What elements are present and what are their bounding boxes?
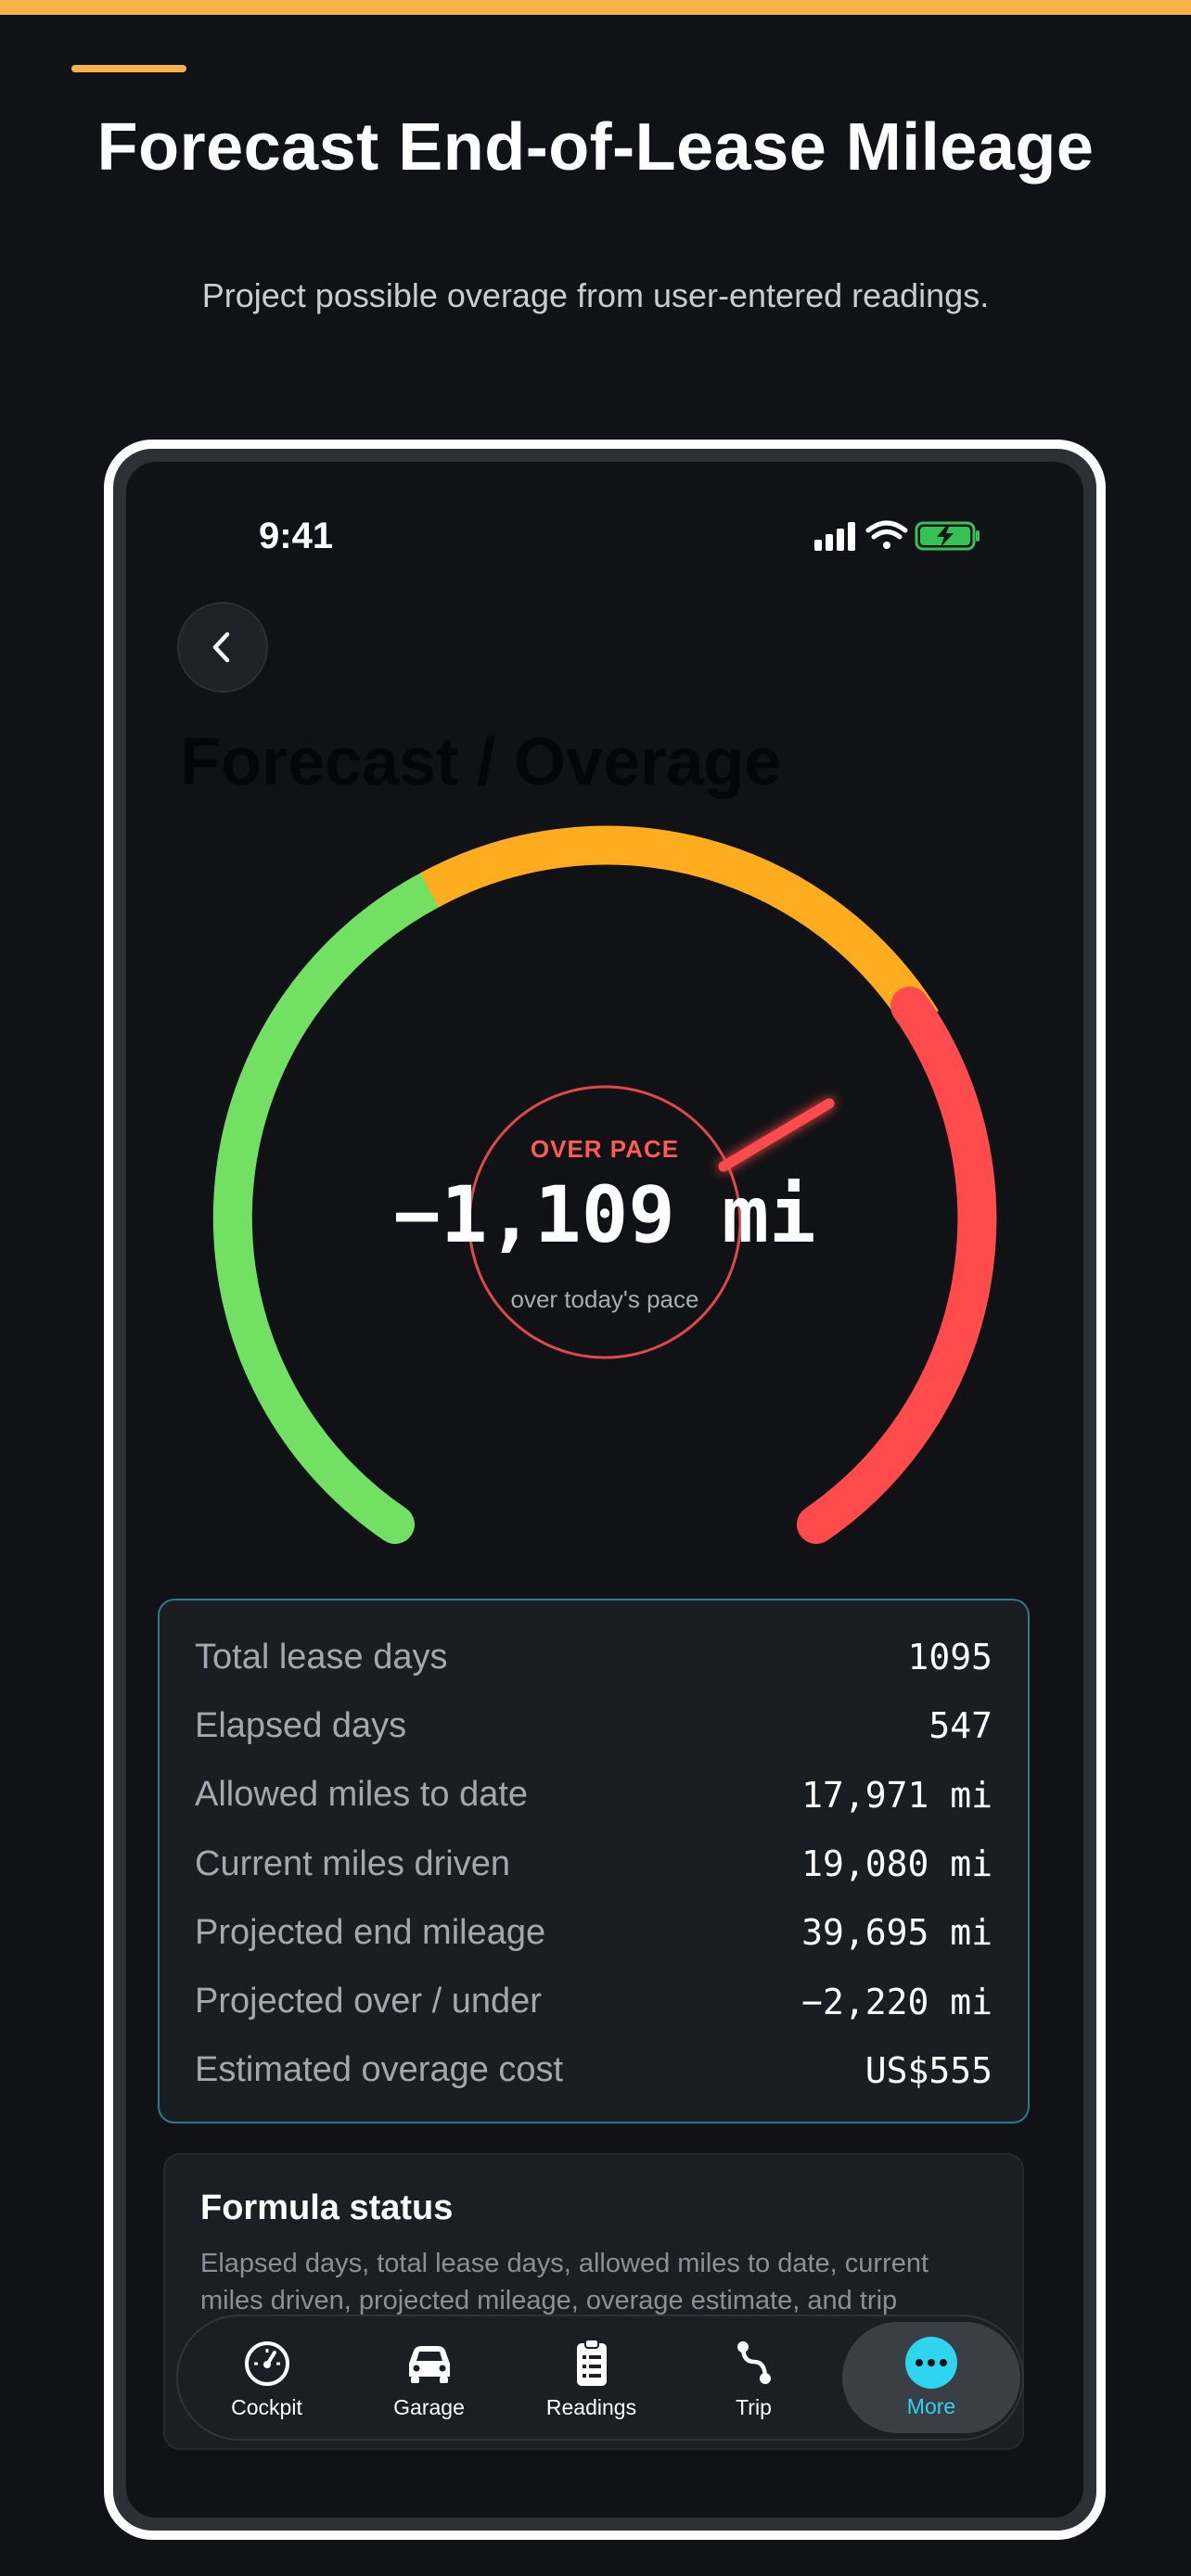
tab-cockpit[interactable]: Cockpit	[186, 2322, 348, 2433]
phone-frame: 9:41 Forecast / Overage OVER PACE −1,109…	[104, 440, 1106, 2540]
overage-gauge	[212, 825, 997, 1544]
stat-label: Projected over / under	[195, 1982, 542, 2021]
tab-readings[interactable]: Readings	[510, 2322, 672, 2433]
clipboard-icon	[576, 2338, 607, 2386]
stat-value: 547	[928, 1705, 992, 1747]
stat-value: 17,971 mi	[801, 1774, 992, 1816]
car-icon	[408, 2345, 450, 2383]
gauge-arc-orange	[419, 825, 939, 1032]
gauge-caption: over today's pace	[510, 1285, 699, 1313]
stat-value: 19,080 mi	[801, 1843, 992, 1885]
route-icon	[736, 2340, 771, 2384]
stat-label: Current miles driven	[195, 1843, 510, 1883]
tab-label: Readings	[545, 2394, 637, 2419]
stat-label: Allowed miles to date	[195, 1775, 529, 1815]
title-accent-line	[71, 65, 186, 72]
tab-label: Cockpit	[231, 2394, 302, 2419]
gauge-value: −1,109 mi	[393, 1169, 816, 1260]
stat-label: Projected end mileage	[195, 1912, 546, 1952]
more-icon	[905, 2336, 957, 2389]
stat-row-total-lease-days: Total lease days 1095	[195, 1623, 992, 1691]
stat-label: Estimated overage cost	[195, 2050, 564, 2090]
speedometer-icon	[244, 2340, 289, 2386]
page-subtitle: Project possible overage from user-enter…	[201, 276, 990, 314]
tab-label: Trip	[736, 2394, 772, 2419]
page-title: Forecast End-of-Lease Mileage	[96, 110, 1095, 185]
tab-trip[interactable]: Trip	[672, 2322, 835, 2433]
tab-bar: Cockpit Garage Readings Trip More	[176, 2315, 1024, 2441]
stat-row-projected-over-under: Projected over / under −2,220 mi	[195, 1967, 992, 2035]
stat-value: US$555	[864, 2049, 992, 2091]
formula-status-title: Formula status	[200, 2188, 454, 2227]
stat-value: 39,695 mi	[801, 1912, 992, 1954]
tab-more[interactable]: More	[842, 2322, 1020, 2433]
stat-row-allowed-miles: Allowed miles to date 17,971 mi	[195, 1761, 992, 1830]
stat-row-estimated-overage-cost: Estimated overage cost US$555	[195, 2036, 992, 2105]
stat-value: −2,220 mi	[801, 1981, 992, 2022]
stat-row-current-miles: Current miles driven 19,080 mi	[195, 1830, 992, 1898]
top-accent-bar	[0, 0, 1191, 15]
stat-label: Elapsed days	[195, 1705, 407, 1745]
lease-stats-card: Total lease days 1095 Elapsed days 547 A…	[158, 1599, 1030, 2123]
stat-row-elapsed-days: Elapsed days 547	[195, 1691, 992, 1760]
tab-label: More	[906, 2393, 956, 2418]
formula-status-text: Elapsed days, total lease days, allowed …	[200, 2249, 929, 2315]
gauge-arc-red	[797, 987, 997, 1544]
tab-garage[interactable]: Garage	[348, 2322, 510, 2433]
stat-value: 1095	[907, 1637, 992, 1678]
gauge-status-label: OVER PACE	[530, 1135, 680, 1163]
phone-screen: 9:41 Forecast / Overage OVER PACE −1,109…	[126, 462, 1083, 2518]
tab-label: Garage	[393, 2394, 465, 2419]
stat-row-projected-end-mileage: Projected end mileage 39,695 mi	[195, 1898, 992, 1967]
stat-label: Total lease days	[195, 1637, 448, 1677]
